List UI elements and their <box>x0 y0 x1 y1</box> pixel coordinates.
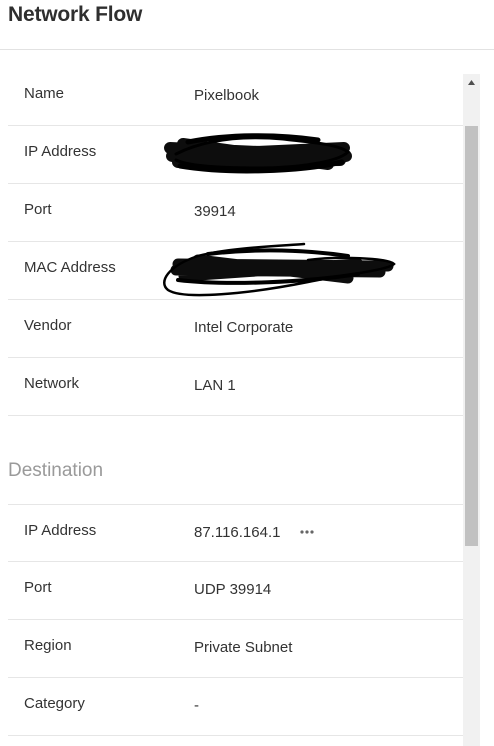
detail-row-destination-port: Port UDP 39914 <box>8 562 463 620</box>
scrollbar-thumb[interactable] <box>465 126 478 546</box>
vertical-scrollbar[interactable] <box>463 74 480 746</box>
scroll-up-arrow-icon[interactable] <box>463 74 480 92</box>
section-title-destination: Destination <box>8 460 104 481</box>
row-value: - <box>194 697 199 714</box>
detail-row-destination-ip-address: IP Address 87.116.164.1 <box>8 504 463 562</box>
panel-header: Network Flow <box>0 0 494 50</box>
detail-row-vendor: Vendor Intel Corporate <box>8 300 463 358</box>
row-label: Name <box>24 85 65 102</box>
page-title: Network Flow <box>8 3 143 26</box>
row-value: 87.116.164.1 <box>194 524 281 541</box>
row-value: Intel Corporate <box>194 319 294 336</box>
details-scroll-area[interactable]: Name Pixelbook IP Address Port 39914 MAC… <box>8 68 463 746</box>
detail-row-destination-region: Region Private Subnet <box>8 620 463 678</box>
row-label: Port <box>24 579 52 596</box>
detail-row-mac-address: MAC Address <box>8 242 463 300</box>
detail-row-destination-category: Category - <box>8 678 463 736</box>
row-label: Network <box>24 375 80 392</box>
row-value: UDP 39914 <box>194 581 272 598</box>
row-label: IP Address <box>24 143 97 160</box>
detail-row-network: Network LAN 1 <box>8 358 463 416</box>
row-label: Region <box>24 637 72 654</box>
row-label: Vendor <box>24 317 72 334</box>
row-label: Port <box>24 201 52 218</box>
row-label: Category <box>24 695 85 712</box>
row-label: IP Address <box>24 522 97 539</box>
row-label: MAC Address <box>24 259 116 276</box>
row-value: Pixelbook <box>194 87 260 104</box>
detail-row-name: Name Pixelbook <box>8 68 463 126</box>
row-value: Private Subnet <box>194 639 293 656</box>
row-value: 39914 <box>194 203 236 220</box>
more-horizontal-icon[interactable] <box>300 529 314 535</box>
detail-row-port: Port 39914 <box>8 184 463 242</box>
row-value: LAN 1 <box>194 377 236 394</box>
detail-row-ip-address: IP Address <box>8 126 463 184</box>
network-flow-panel: Network Flow Name Pixelbook IP Address P… <box>0 0 494 746</box>
